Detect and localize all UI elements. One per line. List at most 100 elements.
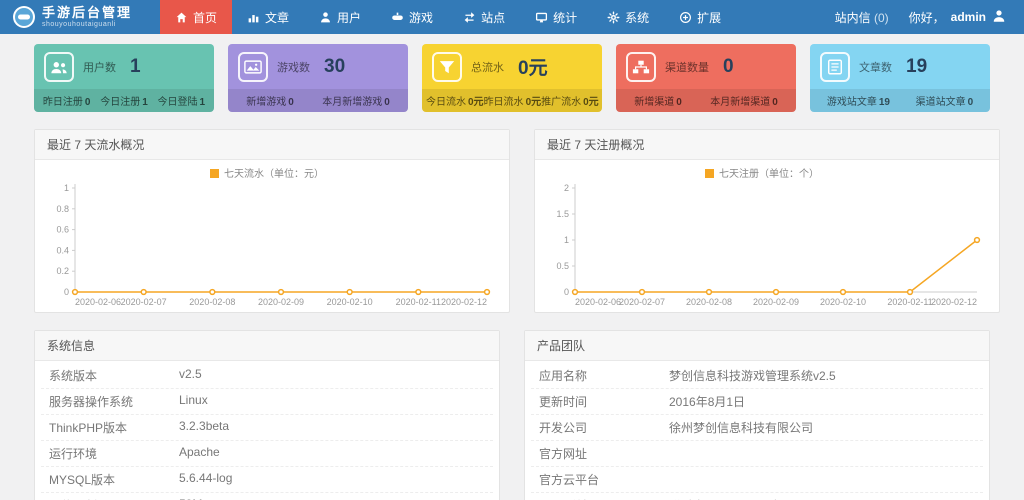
info-row-item: 运行环境Apache	[41, 441, 493, 467]
info-row-item: 上传限制50M	[41, 493, 493, 500]
stat-label: 渠道站文章	[916, 97, 966, 108]
info-label: ThinkPHP版本	[49, 419, 179, 436]
svg-text:0.4: 0.4	[56, 245, 69, 255]
info-row-item: 应用名称梦创信息科技游戏管理系统v2.5	[531, 363, 983, 389]
card-footer-stat: 昨日流水0元	[484, 93, 542, 108]
nav-item-games[interactable]: 游戏	[376, 0, 448, 34]
app-subtitle: shouyouhoutaiguanli	[42, 21, 132, 28]
card-title: 游戏数	[277, 59, 310, 75]
home-icon	[175, 11, 188, 24]
flow-chart-panel: 最近 7 天流水概况 七天流水（单位：元）00.20.40.60.812020-…	[34, 129, 510, 313]
stats-icon	[535, 11, 548, 24]
svg-text:0.2: 0.2	[56, 266, 69, 276]
info-label: 运行环境	[49, 445, 179, 462]
stat-label: 本月新增渠道	[710, 97, 770, 108]
card-title: 渠道数量	[665, 59, 709, 75]
nav-item-home[interactable]: 首页	[160, 0, 232, 34]
svg-text:2020-02-07: 2020-02-07	[619, 297, 665, 307]
stat-value: 0	[968, 97, 974, 108]
stat-card-games: 游戏数 30 新增游戏0 本月新增游戏0	[228, 44, 408, 112]
nav-item-label: 游戏	[409, 9, 433, 26]
card-footer-stat: 今日注册1	[100, 93, 148, 108]
card-footer-stat: 今日登陆1	[158, 93, 206, 108]
info-label: 开发公司	[539, 419, 669, 436]
stat-label: 本月新增游戏	[322, 97, 382, 108]
stat-card-articles: 文章数 19 游戏站文章19 渠道站文章0	[810, 44, 990, 112]
info-row-item: 服务器操作系统Linux	[41, 389, 493, 415]
info-value: 徐州梦创信息科技有限公司	[669, 419, 975, 436]
card-title: 用户数	[83, 59, 116, 75]
info-value	[669, 445, 975, 462]
charts-row: 最近 7 天流水概况 七天流水（单位：元）00.20.40.60.812020-…	[0, 129, 1024, 313]
card-title: 文章数	[859, 59, 892, 75]
nav-item-articles[interactable]: 文章	[232, 0, 304, 34]
app-brand[interactable]: 手游后台管理 shouyouhoutaiguanli	[0, 0, 160, 34]
card-value: 30	[324, 56, 345, 78]
info-label: 服务器操作系统	[49, 393, 179, 410]
stat-label: 新增游戏	[246, 97, 286, 108]
site-icon	[463, 11, 476, 24]
stat-label: 游戏站文章	[827, 97, 877, 108]
svg-text:2020-02-10: 2020-02-10	[327, 297, 373, 307]
svg-text:0.6: 0.6	[56, 225, 69, 235]
nav-item-label: 统计	[553, 9, 577, 26]
nav-item-users[interactable]: 用户	[304, 0, 376, 34]
info-row-item: MYSQL版本5.6.44-log	[41, 467, 493, 493]
info-row-item: 系统版本v2.5	[41, 363, 493, 389]
card-title: 总流水	[471, 59, 504, 75]
funnel-icon	[432, 52, 462, 82]
register-line-chart: 七天注册（单位：个）00.511.522020-02-062020-02-072…	[541, 162, 993, 310]
info-value	[669, 471, 975, 488]
nav-item-label: 扩展	[697, 9, 721, 26]
navbar-right: 站内信 (0) 你好， admin	[835, 0, 1024, 34]
card-value: 19	[906, 56, 927, 78]
mail-count-badge: (0)	[874, 11, 889, 25]
document-icon	[820, 52, 850, 82]
stat-value: 0	[85, 97, 91, 108]
svg-text:2020-02-06: 2020-02-06	[575, 297, 621, 307]
card-footer-stat: 渠道站文章0	[916, 93, 974, 108]
svg-text:七天注册（单位：个）: 七天注册（单位：个）	[719, 167, 819, 180]
svg-text:1: 1	[564, 235, 569, 245]
greeting-text: 你好，	[909, 9, 945, 26]
stat-value: 0元	[468, 97, 484, 108]
stat-label: 昨日注册	[43, 97, 83, 108]
user-menu[interactable]: 你好， admin	[909, 9, 1006, 26]
info-row-item: 开发公司徐州梦创信息科技有限公司	[531, 415, 983, 441]
main-nav: 首页 文章 用户 游戏 站点 统计 系统 扩展	[160, 0, 736, 34]
svg-text:2020-02-12: 2020-02-12	[441, 297, 487, 307]
info-value: 5.6.44-log	[179, 471, 485, 488]
gear-icon	[607, 11, 620, 24]
info-value: 梦创信息科技游戏管理系统v2.5	[669, 367, 975, 384]
nav-item-extensions[interactable]: 扩展	[664, 0, 736, 34]
card-footer-stat: 推广流水0元	[541, 93, 599, 108]
site-mail-link[interactable]: 站内信 (0)	[835, 9, 889, 26]
stat-value: 0元	[583, 97, 599, 108]
app-logo-icon	[12, 5, 36, 29]
username: admin	[951, 10, 986, 24]
nav-item-sites[interactable]: 站点	[448, 0, 520, 34]
svg-text:0: 0	[564, 287, 569, 297]
panel-title: 系统信息	[35, 331, 499, 361]
svg-text:1: 1	[64, 183, 69, 193]
users-group-icon	[44, 52, 74, 82]
svg-text:2: 2	[564, 183, 569, 193]
info-value: v2.5	[179, 367, 485, 384]
card-footer-stat: 本月新增游戏0	[322, 93, 390, 108]
image-icon	[238, 52, 268, 82]
svg-text:0: 0	[64, 287, 69, 297]
card-footer-stat: 新增渠道0	[634, 93, 682, 108]
stat-label: 今日注册	[100, 97, 140, 108]
nav-item-stats[interactable]: 统计	[520, 0, 592, 34]
product-team-panel: 产品团队 应用名称梦创信息科技游戏管理系统v2.5 更新时间2016年8月1日 …	[524, 330, 990, 500]
nav-item-system[interactable]: 系统	[592, 0, 664, 34]
mail-label: 站内信	[835, 11, 871, 25]
svg-text:2020-02-12: 2020-02-12	[931, 297, 977, 307]
stat-value: 0	[772, 97, 778, 108]
flow-line-chart: 七天流水（单位：元）00.20.40.60.812020-02-062020-0…	[41, 162, 503, 310]
svg-text:七天流水（单位：元）: 七天流水（单位：元）	[224, 167, 324, 180]
channel-icon	[626, 52, 656, 82]
stat-label: 今日流水	[426, 97, 466, 108]
stat-cards-row: 用户数 1 昨日注册0 今日注册1 今日登陆1 游戏数 30 新增游戏0 本月新…	[0, 34, 1024, 112]
card-footer-stat: 游戏站文章19	[827, 93, 890, 108]
